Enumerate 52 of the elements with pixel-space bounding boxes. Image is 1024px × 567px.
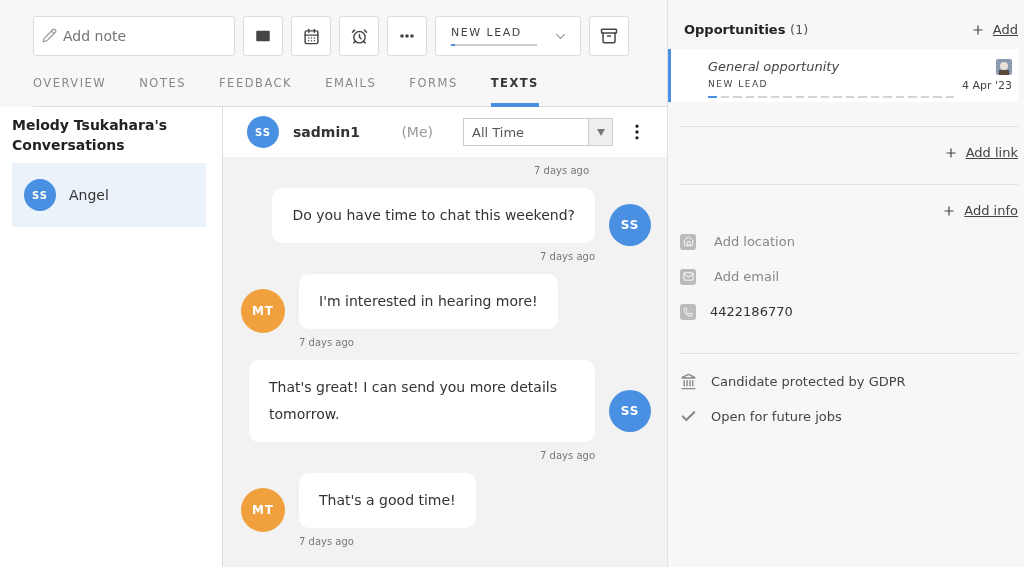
avatar: SS: [609, 389, 651, 432]
plus-icon: [942, 203, 957, 218]
archive-button[interactable]: [589, 16, 629, 56]
message-bubble: I'm interested in hearing more!: [299, 274, 558, 329]
info-text: 4422186770: [710, 304, 793, 319]
message-bubble: Do you have time to chat this weekend?: [272, 188, 595, 243]
flag-text: Open for future jobs: [711, 409, 842, 424]
email-button[interactable]: [243, 16, 283, 56]
avatar: MT: [241, 488, 285, 532]
avatar: SS: [24, 179, 56, 211]
alarm-clock-icon: [350, 27, 368, 45]
opportunity-card[interactable]: General opportunity NEW LEAD 4 Apr '23: [668, 49, 1018, 102]
message-time: 7 days ago: [299, 536, 354, 547]
message-bubble: That's great! I can send you more details tomorrow.: [249, 360, 595, 442]
opportunity-stage: NEW LEAD: [708, 79, 769, 91]
message-time: 7 days ago: [299, 337, 354, 348]
user-name: sadmin1: [293, 124, 361, 140]
calendar-icon: [302, 27, 320, 45]
opportunity-name: General opportunity: [708, 59, 841, 75]
period-select[interactable]: All Time: [463, 118, 613, 146]
phone-icon: [680, 303, 696, 320]
triangle-icon: [596, 128, 605, 136]
pencil-icon: [42, 28, 57, 43]
add-link-link[interactable]: Add link: [965, 145, 1018, 160]
avatar: MT: [241, 289, 285, 333]
box-icon: [600, 27, 618, 45]
opportunities-title: Opportunities (1): [684, 22, 809, 37]
bank-icon: [680, 373, 697, 390]
conversation-item[interactable]: SS Angel: [12, 163, 206, 227]
avatar: SS: [247, 116, 279, 148]
location-icon: [680, 233, 696, 250]
dots-icon: [400, 34, 414, 38]
plus-icon: [943, 145, 958, 160]
avatar: SS: [609, 204, 651, 246]
opportunity-date: 4 Apr '23: [961, 79, 1012, 92]
email-icon: [680, 268, 696, 285]
plus-icon: [970, 22, 985, 37]
stage-dropdown[interactable]: NEW LEAD: [435, 16, 581, 56]
calendar-button[interactable]: [291, 16, 331, 56]
more-button[interactable]: [387, 16, 427, 56]
add-info-link[interactable]: Add info: [964, 203, 1018, 218]
contact-name: Angel: [69, 187, 109, 203]
me-label: (Me): [401, 124, 433, 140]
message-bubble: That's a good time!: [299, 473, 476, 528]
note-field[interactable]: Add note: [33, 16, 235, 56]
add-opportunity-link[interactable]: Add: [992, 22, 1018, 37]
alarm-button[interactable]: [339, 16, 379, 56]
flag-text: Candidate protected by GDPR: [711, 374, 906, 389]
conversations-title: Melody Tsukahara's Conversations: [12, 116, 168, 155]
message-time: 7 days ago: [534, 165, 589, 176]
message-time: 7 days ago: [540, 450, 595, 461]
message-time: 7 days ago: [540, 251, 595, 262]
